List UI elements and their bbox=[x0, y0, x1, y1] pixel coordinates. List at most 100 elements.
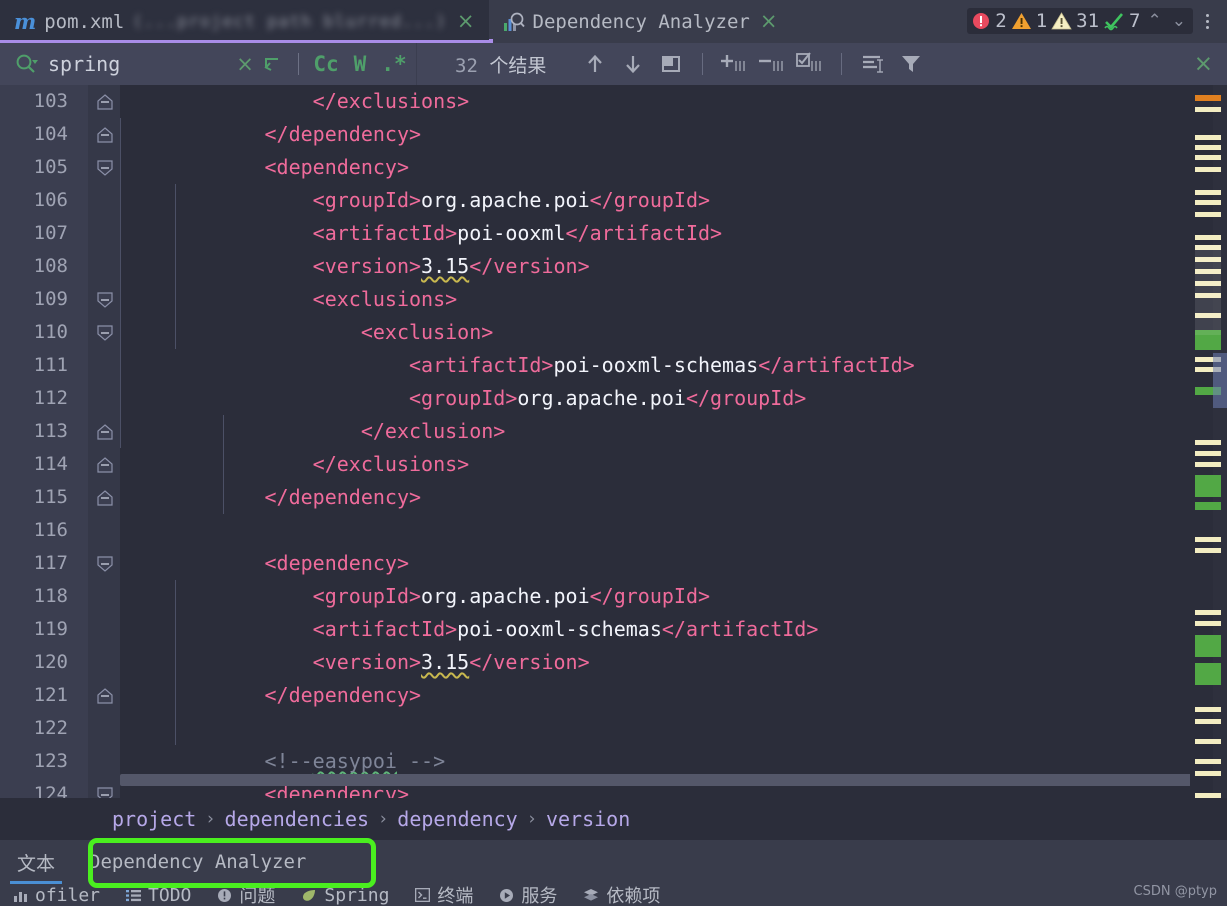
breadcrumb-item[interactable]: dependencies bbox=[225, 807, 370, 831]
regex-toggle[interactable]: .* bbox=[377, 52, 411, 76]
search-icon[interactable] bbox=[14, 52, 38, 76]
error-stripe-marker[interactable] bbox=[1195, 771, 1221, 776]
fold-start-icon[interactable] bbox=[97, 556, 113, 572]
code-line[interactable]: </exclusions> bbox=[120, 85, 470, 118]
breadcrumb-item[interactable]: project bbox=[112, 807, 196, 831]
code-line[interactable]: <version>3.15</version> bbox=[120, 646, 590, 679]
code-line[interactable]: </exclusion> bbox=[120, 415, 506, 448]
search-input[interactable] bbox=[48, 52, 208, 76]
error-stripe-marker[interactable] bbox=[1195, 212, 1221, 217]
find-previous-icon[interactable] bbox=[578, 49, 612, 79]
open-in-find-window-icon[interactable] bbox=[654, 49, 688, 79]
status-item-todo[interactable]: TODO bbox=[113, 885, 204, 906]
code-line[interactable]: </exclusions> bbox=[120, 448, 470, 481]
code-line[interactable]: <groupId>org.apache.poi</groupId> bbox=[120, 382, 806, 415]
fold-end-icon[interactable] bbox=[97, 688, 113, 704]
tab-pom-xml[interactable]: m pom.xml (...project path blurred...) × bbox=[0, 0, 489, 43]
error-stripe-marker[interactable] bbox=[1195, 610, 1221, 615]
find-next-icon[interactable] bbox=[616, 49, 650, 79]
code-editor[interactable]: 103 104 105 106 107 108 109 110 111 112 113 114 115 1… bbox=[0, 85, 1227, 798]
close-find-bar-icon[interactable]: × bbox=[1194, 51, 1213, 77]
warning-count-item[interactable]: 1 bbox=[1011, 10, 1047, 32]
status-item-terminal[interactable]: 终端 bbox=[402, 884, 486, 906]
code-content[interactable]: </exclusions> </dependency> <dependency>… bbox=[120, 85, 1227, 798]
find-field-container[interactable]: × Cc W .* bbox=[0, 43, 417, 85]
breadcrumb-item[interactable]: version bbox=[546, 807, 630, 831]
code-line[interactable]: <groupId>org.apache.poi</groupId> bbox=[120, 184, 710, 217]
remove-occurrence-icon[interactable] bbox=[755, 49, 789, 79]
error-stripe-marker[interactable] bbox=[1195, 707, 1221, 712]
error-stripe-marker[interactable] bbox=[1195, 759, 1221, 764]
status-item-profiler[interactable]: ofiler bbox=[0, 885, 113, 906]
error-stripe-scrollbar[interactable] bbox=[1190, 85, 1227, 798]
tab-dependency-analyzer-bottom[interactable]: Dependency Analyzer bbox=[72, 840, 323, 884]
error-stripe-marker[interactable] bbox=[1195, 145, 1221, 150]
error-stripe-marker[interactable] bbox=[1195, 663, 1221, 685]
error-stripe-marker[interactable] bbox=[1195, 537, 1221, 542]
tab-text[interactable]: 文本 bbox=[0, 840, 72, 884]
ok-count-item[interactable]: 7 bbox=[1103, 10, 1141, 32]
add-occurrence-icon[interactable] bbox=[717, 49, 751, 79]
error-stripe-marker[interactable] bbox=[1195, 200, 1221, 205]
fold-end-icon[interactable] bbox=[97, 94, 113, 110]
status-item-services[interactable]: 服务 bbox=[486, 884, 570, 906]
error-stripe-marker[interactable] bbox=[1195, 451, 1221, 456]
filter-icon[interactable] bbox=[894, 49, 928, 79]
scrollbar-thumb[interactable] bbox=[1213, 353, 1227, 408]
close-icon[interactable]: × bbox=[455, 11, 477, 32]
search-history-icon[interactable] bbox=[258, 43, 288, 85]
error-stripe-marker[interactable] bbox=[1195, 635, 1221, 657]
error-stripe-marker[interactable] bbox=[1195, 190, 1221, 195]
error-stripe-marker[interactable] bbox=[1195, 739, 1221, 744]
error-stripe-marker[interactable] bbox=[1195, 155, 1221, 160]
fold-start-icon[interactable] bbox=[97, 160, 113, 176]
error-stripe-marker[interactable] bbox=[1195, 475, 1221, 497]
code-line[interactable]: <exclusions> bbox=[120, 283, 458, 316]
error-stripe-marker[interactable] bbox=[1195, 719, 1221, 724]
code-line[interactable]: <artifactId>poi-ooxml-schemas</artifactI… bbox=[120, 613, 819, 646]
fold-end-icon[interactable] bbox=[97, 424, 113, 440]
select-all-occurrences-icon[interactable] bbox=[793, 49, 827, 79]
code-line[interactable]: </dependency> bbox=[120, 118, 422, 151]
status-item-dependencies[interactable]: 依赖项 bbox=[570, 884, 673, 906]
error-stripe-marker[interactable] bbox=[1195, 548, 1221, 553]
chevron-down-icon[interactable]: ⌄ bbox=[1169, 11, 1189, 31]
error-stripe-marker[interactable] bbox=[1195, 462, 1221, 467]
error-stripe-marker[interactable] bbox=[1195, 135, 1221, 140]
error-stripe-marker[interactable] bbox=[1195, 95, 1221, 101]
error-count-item[interactable]: 2 bbox=[971, 10, 1007, 32]
status-item-problems[interactable]: 问题 bbox=[204, 884, 288, 906]
error-stripe-marker[interactable] bbox=[1195, 167, 1221, 172]
code-line[interactable]: <artifactId>poi-ooxml</artifactId> bbox=[120, 217, 722, 250]
tab-dependency-analyzer[interactable]: Dependency Analyzer × bbox=[488, 0, 792, 43]
breadcrumb[interactable]: project › dependencies › dependency › version bbox=[0, 798, 1227, 840]
error-stripe-marker[interactable] bbox=[1195, 107, 1221, 112]
code-line[interactable]: <dependency> bbox=[120, 151, 410, 184]
clear-search-icon[interactable]: × bbox=[232, 43, 258, 85]
error-stripe-marker[interactable] bbox=[1195, 440, 1221, 445]
breadcrumb-item[interactable]: dependency bbox=[397, 807, 517, 831]
fold-start-icon[interactable] bbox=[97, 787, 113, 798]
chevron-up-icon[interactable]: ⌃ bbox=[1145, 11, 1165, 31]
code-line[interactable]: <dependency> bbox=[120, 547, 410, 580]
code-line[interactable]: <groupId>org.apache.poi</groupId> bbox=[120, 580, 710, 613]
fold-end-icon[interactable] bbox=[97, 490, 113, 506]
horizontal-scrollbar[interactable] bbox=[120, 774, 1198, 786]
close-icon[interactable]: × bbox=[758, 11, 780, 32]
preserve-case-icon[interactable] bbox=[856, 49, 890, 79]
fold-start-icon[interactable] bbox=[97, 325, 113, 341]
fold-start-icon[interactable] bbox=[97, 292, 113, 308]
inspection-widget[interactable]: 2 1 31 7 ⌃ ⌄ bbox=[967, 8, 1193, 34]
code-line[interactable]: </dependency> bbox=[120, 481, 422, 514]
more-options-icon[interactable] bbox=[1195, 0, 1219, 43]
error-stripe-marker[interactable] bbox=[1195, 502, 1221, 510]
status-item-spring-leaf[interactable]: Spring bbox=[288, 885, 402, 906]
code-fold-strip[interactable] bbox=[88, 85, 120, 798]
fold-end-icon[interactable] bbox=[97, 127, 113, 143]
weak-warning-count-item[interactable]: 31 bbox=[1051, 10, 1099, 32]
code-line[interactable]: <version>3.15</version> bbox=[120, 250, 590, 283]
code-line[interactable]: </dependency> bbox=[120, 679, 422, 712]
error-stripe-marker[interactable] bbox=[1195, 235, 1221, 240]
fold-end-icon[interactable] bbox=[97, 457, 113, 473]
code-line[interactable]: <artifactId>poi-ooxml-schemas</artifactI… bbox=[120, 349, 915, 382]
